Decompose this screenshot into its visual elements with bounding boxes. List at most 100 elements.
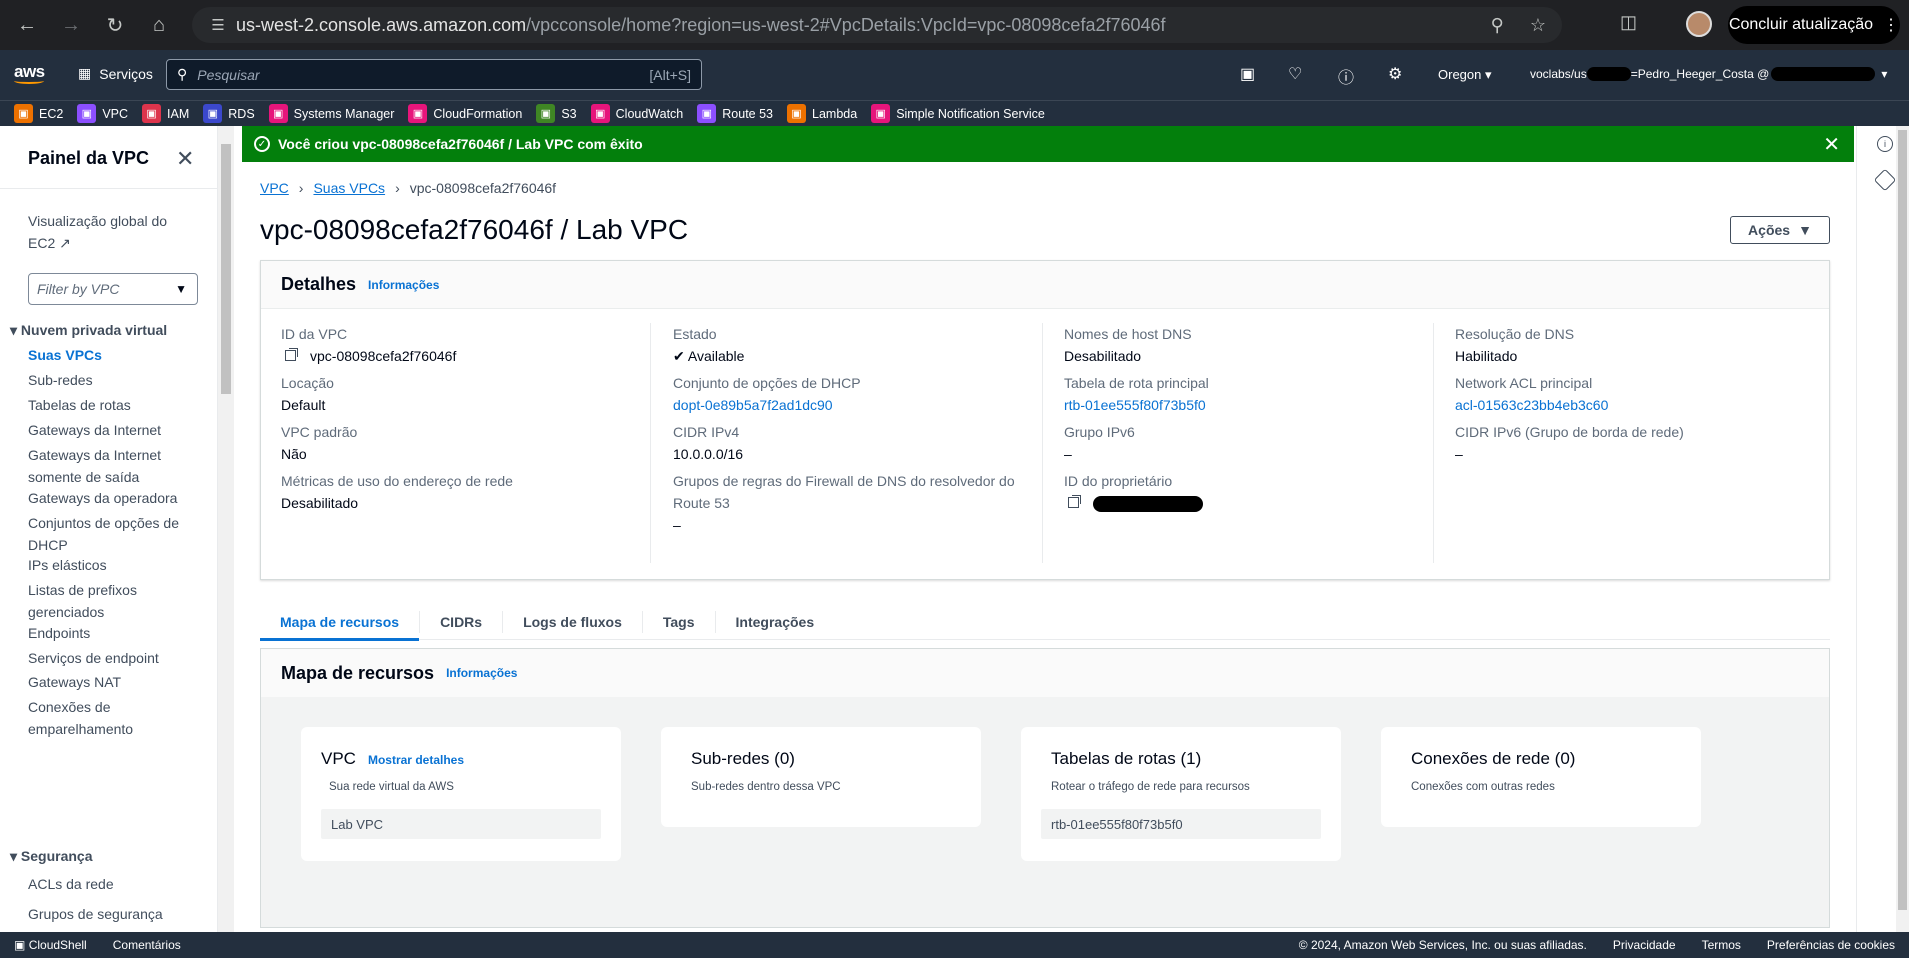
console-footer: ▣ CloudShell Comentários © 2024, Amazon … (0, 932, 1909, 958)
resource-map-title: Mapa de recursos (281, 662, 435, 683)
scrollbar-thumb[interactable] (221, 144, 231, 394)
region-label: Oregon (1438, 67, 1482, 82)
zoom-icon[interactable]: ⚲ (1491, 15, 1504, 36)
vpc-filter-select[interactable]: Filter by VPC ▼ (28, 273, 198, 305)
dismiss-icon[interactable]: ✕ (1823, 132, 1840, 157)
favorite-cloudformation[interactable]: ▣ CloudFormation (408, 104, 522, 123)
notifications-icon[interactable]: ♡ (1288, 64, 1302, 84)
region-selector[interactable]: Oregon ▾ (1438, 67, 1492, 83)
favorite-vpc[interactable]: ▣ VPC (77, 104, 128, 123)
back-icon[interactable]: ← (10, 8, 44, 42)
route-table-node[interactable]: rtb-01ee555f80f73b5f0 (1041, 809, 1321, 839)
favorite-cloudwatch[interactable]: ▣ CloudWatch (590, 104, 683, 123)
reload-icon[interactable]: ↻ (98, 8, 132, 42)
field-label: Grupos de regras do Firewall de DNS do r… (673, 473, 1015, 511)
tab-resource-map[interactable]: Mapa de recursos (260, 610, 421, 641)
sidebar-item-network-acls[interactable]: ACLs da rede (28, 873, 198, 895)
update-button[interactable]: Concluir atualização ⋮ (1728, 6, 1900, 44)
bookmark-star-icon[interactable]: ☆ (1530, 15, 1546, 36)
favorite-systems-manager[interactable]: ▣ Systems Manager (268, 104, 395, 123)
actions-button[interactable]: Ações ▼ (1730, 216, 1830, 244)
copy-icon[interactable] (1068, 497, 1079, 508)
field-label: ID da VPC (281, 326, 348, 342)
sidebar-item-12[interactable]: Gateways NAT (28, 671, 198, 693)
tab-flow-logs[interactable]: Logs de fluxos (503, 610, 643, 633)
favorites-bar: ▣ EC2 ▣ VPC ▣ IAM ▣ RDS ▣ Systems Manager ▣ CloudFo… (0, 100, 1909, 126)
route53-icon: ▣ (697, 104, 717, 123)
lambda-icon: ▣ (787, 104, 806, 123)
success-flashbar: ✓ Você criou vpc-08098cefa2f76046f / Lab… (242, 126, 1854, 162)
home-icon[interactable]: ⌂ (142, 8, 176, 42)
card-title: VPC (321, 749, 356, 768)
resource-map-info-link[interactable]: Informações (446, 666, 517, 680)
sidebar-item-security-groups[interactable]: Grupos de segurança (28, 903, 198, 925)
favorite-ec2[interactable]: ▣ EC2 (14, 104, 63, 123)
main-content: ✓ Você criou vpc-08098cefa2f76046f / Lab… (234, 126, 1856, 932)
site-info-icon[interactable]: ☰ (200, 16, 236, 34)
sidebar-item-3[interactable]: Tabelas de rotas (28, 394, 198, 416)
sidebar-section-vpc[interactable]: ▾ Nuvem privada virtual (10, 322, 167, 339)
extensions-icon[interactable]: ◫ (1620, 12, 1637, 33)
favorite-rds[interactable]: ▣ RDS (203, 104, 255, 123)
scrollbar-thumb[interactable] (1898, 130, 1907, 910)
cloudshell-icon[interactable]: ▣ (1240, 64, 1255, 84)
sidebar-item-global-view[interactable]: Visualização global do EC2 ↗ (28, 210, 188, 254)
tutorial-icon[interactable] (1873, 168, 1897, 192)
address-bar[interactable]: ☰ us-west-2.console.aws.amazon.com/vpcco… (192, 7, 1562, 43)
cloudshell-link[interactable]: ▣ CloudShell (14, 938, 87, 952)
terms-link[interactable]: Termos (1702, 938, 1741, 952)
systems-manager-icon: ▣ (268, 104, 288, 123)
sidebar-item-1[interactable]: Suas VPCs (28, 344, 198, 366)
page-scrollbar[interactable] (1896, 126, 1909, 932)
tab-tags[interactable]: Tags (643, 610, 716, 633)
avatar[interactable] (1686, 11, 1712, 37)
route-tables-card: Tabelas de rotas (1) Rotear o tráfego de… (1021, 727, 1341, 861)
settings-gear-icon[interactable]: ⚙ (1388, 64, 1402, 84)
services-menu[interactable]: ▦ Serviços (78, 65, 153, 82)
show-details-link[interactable]: Mostrar detalhes (368, 753, 464, 767)
favorite-simple-notification-service[interactable]: ▣ Simple Notification Service (871, 104, 1045, 123)
aws-logo[interactable]: aws (14, 62, 45, 84)
forward-icon[interactable]: → (54, 8, 88, 42)
sidebar-item-7[interactable]: Conjuntos de opções de DHCP (28, 512, 198, 556)
sidebar-section-security[interactable]: ▾ Segurança (10, 848, 93, 865)
breadcrumb-your-vpcs[interactable]: Suas VPCs (313, 180, 385, 196)
search-input[interactable]: ⚲ Pesquisar [Alt+S] (166, 59, 702, 90)
sidebar-item-6[interactable]: Gateways da operadora (28, 487, 198, 509)
favorite-lambda[interactable]: ▣ Lambda (787, 104, 857, 123)
more-menu-icon[interactable]: ⋮ (1883, 15, 1899, 35)
url-path: /vpcconsole/home?region=us-west-2#VpcDet… (526, 14, 1166, 35)
main-route-table-link[interactable]: rtb-01ee555f80f73b5f0 (1064, 394, 1424, 416)
dhcp-options-link[interactable]: dopt-0e89b5a7f2ad1dc90 (673, 394, 1033, 416)
tab-integrations[interactable]: Integrações (716, 611, 835, 633)
sidebar-item-10[interactable]: Endpoints (28, 622, 198, 644)
sidebar-item-4[interactable]: Gateways da Internet (28, 419, 198, 441)
sidebar-item-2[interactable]: Sub-redes (28, 369, 198, 391)
feedback-link[interactable]: Comentários (113, 938, 181, 952)
favorite-s3[interactable]: ▣ S3 (536, 104, 577, 123)
sidebar-scrollbar[interactable] (218, 126, 234, 932)
favorite-route-53[interactable]: ▣ Route 53 (697, 104, 773, 123)
tab-cidrs[interactable]: CIDRs (420, 610, 504, 633)
breadcrumb-vpc[interactable]: VPC (260, 180, 289, 196)
account-menu[interactable]: voclabs/us =Pedro_Heeger_Costa @ ▾ (1530, 67, 1887, 81)
main-network-acl-link[interactable]: acl-01563c23bb4eb3c60 (1455, 394, 1815, 416)
close-icon[interactable]: ✕ (176, 146, 194, 172)
help-icon[interactable]: ⓘ (1338, 64, 1354, 88)
details-info-link[interactable]: Informações (368, 278, 439, 292)
sidebar-item-13[interactable]: Conexões de emparelhamento (28, 696, 198, 740)
sidebar-item-5[interactable]: Gateways da Internet somente de saída (28, 444, 198, 488)
info-icon[interactable]: i (1877, 136, 1893, 152)
favorite-label: Systems Manager (293, 106, 395, 121)
cloudwatch-icon: ▣ (590, 104, 610, 123)
sidebar-item-9[interactable]: Listas de prefixos gerenciados (28, 579, 198, 623)
cookie-preferences-link[interactable]: Preferências de cookies (1767, 938, 1895, 952)
caret-down-icon: ▾ (10, 848, 18, 864)
copy-icon[interactable] (285, 350, 296, 361)
sidebar-item-8[interactable]: IPs elásticos (28, 554, 198, 576)
sidebar-item-11[interactable]: Serviços de endpoint (28, 647, 198, 669)
vpc-node[interactable]: Lab VPC (321, 809, 601, 839)
favorite-label: Lambda (812, 106, 858, 121)
favorite-iam[interactable]: ▣ IAM (142, 104, 189, 123)
privacy-link[interactable]: Privacidade (1613, 938, 1676, 952)
